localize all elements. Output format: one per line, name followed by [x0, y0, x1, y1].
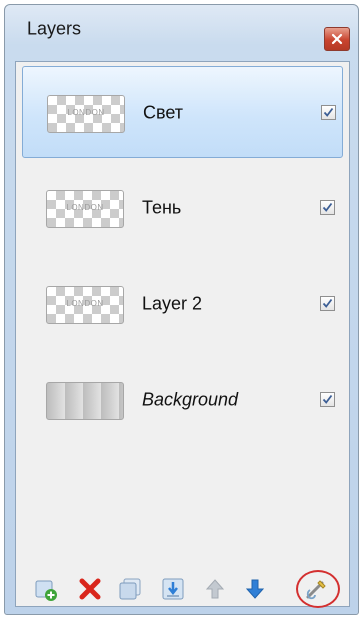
- add-layer-icon: [35, 580, 57, 601]
- layer-thumbnail: [46, 382, 124, 420]
- window-title: Layers: [27, 18, 82, 39]
- layers-window: Layers LONDON Свет LONDON Тень LONDON La…: [4, 4, 359, 615]
- layer-row-ten[interactable]: LONDON Тень: [22, 162, 343, 254]
- delete-icon: [79, 578, 101, 600]
- close-icon: [331, 33, 343, 45]
- move-layer-down-button[interactable]: [242, 576, 268, 602]
- arrow-down-icon: [245, 579, 265, 599]
- layer-visibility-checkbox[interactable]: [320, 392, 335, 407]
- layer-name: Background: [142, 389, 239, 410]
- layers-toolbar: [15, 570, 350, 608]
- checkmark-icon: [322, 202, 333, 212]
- layers-list: LONDON Свет LONDON Тень LONDON Layer 2 B…: [15, 61, 350, 607]
- layer-thumbnail: LONDON: [46, 286, 124, 324]
- layer-row-background[interactable]: Background: [22, 354, 343, 446]
- checkmark-icon: [322, 298, 333, 308]
- merge-down-button[interactable]: [160, 576, 186, 602]
- merge-down-icon: [162, 578, 184, 600]
- highlight-circle: [296, 570, 340, 608]
- duplicate-icon: [119, 578, 141, 600]
- checkmark-icon: [322, 394, 333, 404]
- layer-visibility-checkbox[interactable]: [320, 200, 335, 215]
- duplicate-layer-button[interactable]: [117, 576, 143, 602]
- checkmark-icon: [323, 107, 334, 117]
- layer-visibility-checkbox[interactable]: [321, 105, 336, 120]
- layer-name: Тень: [142, 197, 182, 218]
- layer-row-svet[interactable]: LONDON Свет: [22, 66, 343, 158]
- layer-thumbnail: LONDON: [47, 95, 125, 133]
- arrow-up-icon: [205, 579, 225, 599]
- layer-name: Свет: [143, 102, 184, 123]
- layer-name: Layer 2: [142, 293, 203, 314]
- layer-thumbnail: LONDON: [46, 190, 124, 228]
- move-layer-up-button[interactable]: [202, 576, 228, 602]
- title-bar[interactable]: Layers: [5, 5, 358, 51]
- delete-layer-button[interactable]: [77, 576, 103, 602]
- layer-visibility-checkbox[interactable]: [320, 296, 335, 311]
- add-layer-button[interactable]: [33, 576, 59, 602]
- layer-row-layer-2[interactable]: LONDON Layer 2: [22, 258, 343, 350]
- close-button[interactable]: [324, 27, 350, 51]
